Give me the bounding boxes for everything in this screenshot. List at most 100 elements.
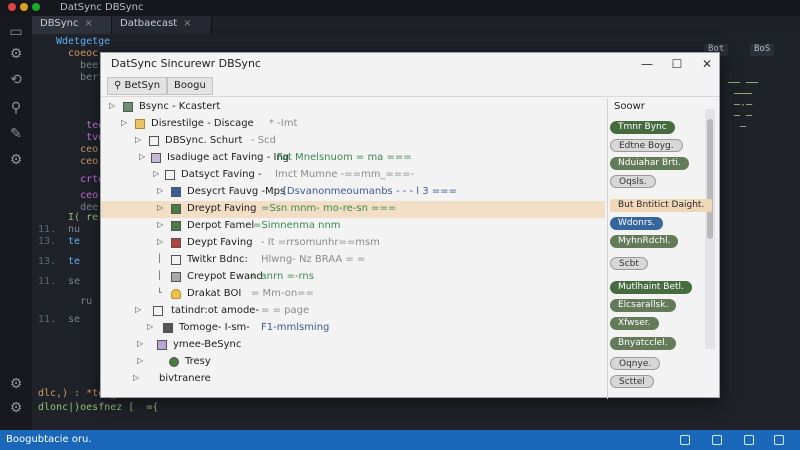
tree-detail: =Simnenma nnm [253, 220, 341, 231]
expand-arrow-icon[interactable]: ▷ [137, 339, 143, 348]
window-controls [8, 3, 44, 14]
code-fragment: ── ── ─── ─·─ ─ ─ ─ [728, 78, 759, 133]
tag-pill[interactable]: Scttel [610, 375, 654, 388]
maximize-window-icon[interactable] [32, 3, 40, 11]
expand-arrow-icon[interactable]: ▷ [157, 220, 163, 229]
tag-pill[interactable]: Edtne Boyg. [610, 139, 683, 152]
tree-row[interactable]: │ Creypot Ewand = anrn =-rns [101, 269, 605, 286]
scrollbar-thumb[interactable] [707, 119, 713, 239]
tree-row[interactable]: ▷ Derpot Famel =Simnenma nnm [101, 218, 605, 235]
tree-row[interactable]: ▷ Bsync - Kcastert [101, 99, 605, 116]
tree-label: Tomoge- I-sm- [179, 322, 250, 333]
expand-arrow-icon[interactable]: ▷ [121, 118, 127, 127]
tree-label: Twitkr Bdnc: [187, 254, 248, 265]
procedure-icon [169, 357, 179, 367]
folder-icon [135, 119, 145, 129]
expand-arrow-icon[interactable]: ▷ [139, 152, 145, 161]
minimize-icon[interactable]: — [639, 56, 655, 72]
tree-row[interactable]: ▷ Tomoge- I-sm- F1-mmlsming [101, 320, 605, 337]
expand-arrow-icon[interactable]: ▷ [109, 101, 115, 110]
tag-pill-selected[interactable]: But Bntitict Daight. [610, 199, 713, 212]
tree-row-selected[interactable]: ▷ Dreypt Faving =Ssn mnm- mo-re-sn === [101, 201, 605, 218]
expand-arrow-icon[interactable]: ▷ [153, 169, 159, 178]
tab-datbaecast[interactable]: Datbaecast × [112, 16, 212, 34]
editor-tabs: DBSync × Datbaecast × [32, 16, 800, 34]
tag-pill[interactable]: MyhnRdchl. [610, 235, 679, 248]
layout-icon[interactable] [774, 435, 784, 445]
column-icon [171, 255, 181, 265]
tree-scrollbar[interactable] [705, 109, 715, 349]
tree-row[interactable]: ▷ Tresy [101, 354, 605, 371]
tag-pill[interactable]: Oqsls. [610, 175, 656, 188]
minimize-window-icon[interactable] [20, 3, 28, 11]
tree-row[interactable]: ▷ DBSync. Schurt - Scd [101, 133, 605, 150]
table-icon [151, 153, 161, 163]
tree-label: Disrestilge - Discage [151, 118, 254, 129]
files-icon[interactable]: ▭ [8, 24, 24, 40]
code-line: ceo [56, 144, 99, 155]
code-line: Wdetgetge [56, 36, 111, 47]
tag-pill[interactable]: Bnyatcclel. [610, 337, 676, 350]
expand-arrow-icon[interactable]: ▷ [135, 305, 141, 314]
expand-arrow-icon[interactable]: ▷ [147, 322, 153, 331]
tab-dbsync[interactable]: DBSync × [32, 16, 112, 34]
expand-arrow-icon[interactable]: ▷ [135, 135, 141, 144]
expand-arrow-icon[interactable]: ▷ [157, 203, 163, 212]
tree-row[interactable]: ▷ Desycrt Fauvg -Mps [Dsvanonmeoumanbs - -… [101, 184, 605, 201]
tree-label: ymee-BeSync [173, 339, 242, 350]
tag-pill[interactable]: Scbt [610, 257, 648, 270]
account-settings-icon[interactable]: ⚙ [8, 376, 24, 392]
tree-detail: - It =rrsomunhr==msm [261, 237, 380, 248]
code-line: dlonc|)oesfnez [ ={ [38, 402, 159, 413]
code-line: tee [56, 120, 105, 131]
tag-pill[interactable]: Elcsarallsk. [610, 299, 677, 312]
boogu-button[interactable]: Boogu [167, 77, 213, 95]
close-window-icon[interactable] [8, 3, 16, 11]
close-icon[interactable]: ✕ [699, 56, 715, 72]
tree-label: Bsync - Kcastert [139, 101, 221, 112]
tree-row[interactable]: ▷ Datsyct Faving - Imct Mumne -==mm_===- [101, 167, 605, 184]
tag-pill[interactable]: Wdonrs. [610, 217, 664, 230]
tree-label: Datsyct Faving - [181, 169, 262, 180]
tag-pill[interactable]: Nduiahar Brti. [610, 157, 689, 170]
feedback-icon[interactable] [712, 435, 722, 445]
close-tab-icon[interactable]: × [85, 18, 93, 29]
expand-arrow-icon[interactable]: ▷ [157, 186, 163, 195]
gear-icon[interactable]: ⚙ [8, 152, 24, 168]
manage-icon[interactable]: ⚙ [8, 400, 24, 416]
search-icon[interactable]: ⚲ [8, 100, 24, 116]
expand-arrow-icon[interactable]: ▷ [133, 373, 139, 382]
tree-row[interactable]: └ Drakat BOI = Mm-on== [101, 286, 605, 303]
status-text[interactable]: Boogubtacie oru. [6, 434, 92, 445]
tag-pill[interactable]: Oqnye. [610, 357, 661, 370]
settings-icon[interactable]: ⚙ [8, 46, 24, 62]
column-icon [171, 204, 181, 214]
maximize-icon[interactable]: ☐ [669, 56, 685, 72]
notification-icon[interactable] [680, 435, 690, 445]
code-line: 13. te [38, 256, 81, 267]
key-icon [171, 238, 181, 248]
sync-icon[interactable]: ⟲ [8, 72, 24, 88]
tree-row[interactable]: ▷ Deypt Faving - It =rrsomunhr==msm [101, 235, 605, 252]
tree-row[interactable]: ▷ Isadiuge act Faving - Ing Fat Mnelsnuom … [101, 150, 605, 167]
bell-icon[interactable] [744, 435, 754, 445]
tag-pill[interactable]: Xfwser. [610, 317, 659, 330]
tree-row[interactable]: ▷ bivtranere [101, 371, 605, 388]
tree-label: Tresy [185, 356, 211, 367]
close-tab-icon[interactable]: × [183, 18, 191, 29]
table-icon [163, 323, 173, 333]
tag-pill[interactable]: Mutlhaint Betl. [610, 281, 692, 294]
tag-pill[interactable]: Tmnr Bync [610, 121, 675, 134]
tree-row[interactable]: │ Twitkr Bdnc: Hlwng- Nz BRAA = = [101, 252, 605, 269]
sync-search-button[interactable]: ⚲ BetSyn [107, 77, 168, 95]
tag-panel: Soowr Tmnr Bync Edtne Boyg. Nduiahar Brt… [607, 99, 713, 399]
tree-row[interactable]: ▷ tatindr:ot amode- = = page [101, 303, 605, 320]
expand-arrow-icon[interactable]: ▷ [157, 237, 163, 246]
editor-toolbar-button[interactable]: BoS [750, 44, 775, 56]
tree-row[interactable]: ▷ Disrestilge - Discage * -Imt [101, 116, 605, 133]
table-icon [165, 170, 175, 180]
tree-row[interactable]: ▷ ymee-BeSync [101, 337, 605, 354]
dialog-titlebar: DatSync Sincurewr DBSync — ☐ ✕ [101, 53, 719, 75]
expand-arrow-icon[interactable]: ▷ [137, 356, 143, 365]
wrench-icon[interactable]: ✎ [8, 126, 24, 142]
